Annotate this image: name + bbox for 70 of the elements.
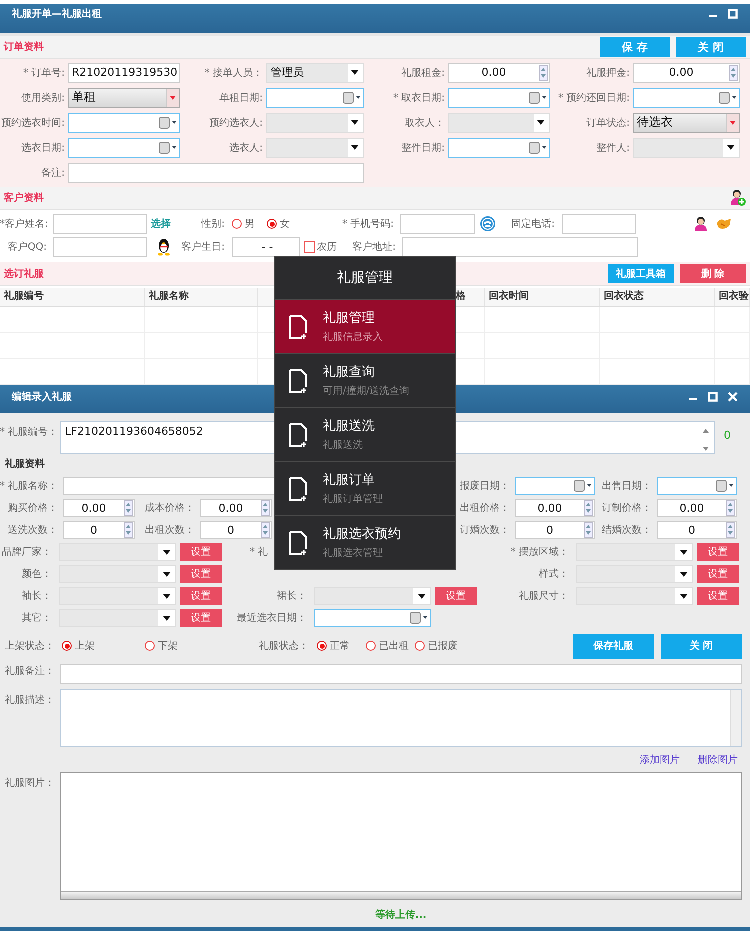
field-label: 袖长： [21, 590, 53, 603]
field-label: 品牌厂家： [1, 546, 53, 559]
field-label: 订婚次数： [459, 524, 511, 537]
field-label: 礼服押金: [586, 66, 631, 80]
field-label: 上架状态： [4, 640, 56, 653]
field-label: * 预约还回日期: [557, 92, 631, 104]
field-label: 单租日期: [218, 92, 264, 104]
character-count: 0 [724, 428, 731, 442]
field-label: 性别: [200, 218, 226, 231]
field-label: 客户生日: [180, 240, 226, 254]
section-title: 选订礼服 [4, 268, 44, 280]
field-label: 送洗次数： [7, 524, 59, 537]
field-label: 礼服图片： [4, 776, 56, 790]
upload-status: 等待上传... [374, 908, 427, 922]
field-label: 裙长： [276, 590, 308, 603]
field-label: 整件日期: [400, 142, 446, 154]
field-label: 使用类别: [20, 92, 66, 104]
menu-item-title: 礼服选衣预约 [323, 526, 401, 543]
field-label: 预约选衣人: [208, 116, 264, 130]
field-label: 成本价格： [144, 502, 196, 515]
section-title: 客户资料 [4, 191, 44, 205]
field-label: * 接单人员： [204, 66, 264, 80]
field-label: 样式： [538, 568, 570, 581]
field-label: 固定电话: [510, 218, 556, 231]
field-label: 出租次数： [144, 524, 196, 537]
menu-item-title: 礼服查询 [323, 364, 376, 381]
field-label: 礼服描述： [4, 694, 56, 707]
menu-item-subtitle: 礼服选衣管理 [323, 546, 384, 560]
field-label: * 摆放区域： [510, 546, 570, 559]
menu-item-title: 礼服订单 [323, 472, 376, 489]
field-label: 出售日期： [601, 480, 653, 493]
window-title: 编辑录入礼服 [12, 390, 72, 404]
field-label: 客户地址: [352, 240, 397, 254]
field-label: 礼服租金: [400, 66, 446, 80]
field-label: 预约选衣时间: [0, 116, 66, 130]
field-label: 出租价格： [459, 502, 511, 515]
field-label: 礼服状态： [258, 640, 310, 653]
field-label: 订单状态: [586, 116, 631, 130]
field-label: 报废日期： [459, 480, 511, 493]
menu-item-title: 礼服送洗 [323, 418, 375, 435]
field-label: * 礼服编号： [0, 426, 58, 439]
field-label: * 手机号码: [341, 218, 395, 231]
field-label: 其它： [21, 612, 53, 625]
window-title: 礼服开单—礼服出租 [12, 8, 102, 21]
field-label: 礼服备注： [4, 664, 56, 679]
field-label: 最近选衣日期： [236, 612, 308, 625]
field-label: 备注: [40, 166, 66, 180]
field-label: 结婚次数： [601, 524, 653, 537]
menu-item-subtitle: 可用/撞期/送洗查询 [323, 384, 410, 398]
field-label: 客户QQ: [6, 240, 48, 254]
field-label: 选衣日期: [20, 142, 66, 154]
field-label: 购买价格： [7, 502, 59, 515]
menu-title: 礼服管理 [336, 269, 394, 288]
menu-item-subtitle: 礼服送洗 [323, 438, 364, 452]
field-label: * 取衣日期: [392, 92, 446, 104]
section-title: 礼服资料 [4, 458, 46, 472]
field-label: 订制价格： [601, 502, 653, 515]
menu-item-subtitle: 礼服订单管理 [323, 492, 383, 506]
field-label: 礼服尺寸： [518, 590, 570, 603]
section-title: 订单资料 [4, 40, 44, 54]
field-label: * 订单号: [22, 66, 66, 80]
field-label: * 礼服名称： [0, 480, 60, 493]
field-label: 整件人: [596, 142, 631, 154]
field-label: * 礼 [250, 546, 268, 559]
field-label: 颜色： [21, 568, 53, 581]
field-label: 选衣人: [228, 142, 264, 154]
field-label: *客户姓名: [0, 218, 50, 231]
menu-item-subtitle: 礼服信息录入 [323, 330, 383, 344]
menu-item-title: 礼服管理 [323, 310, 376, 327]
field-label: 取衣人： [404, 116, 446, 130]
